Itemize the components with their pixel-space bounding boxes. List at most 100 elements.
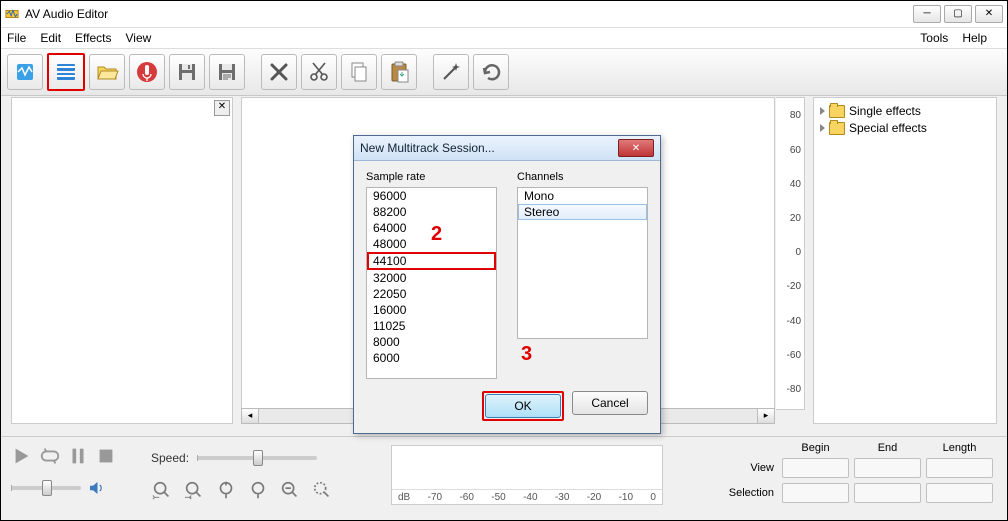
effects-panel: Single effects Special effects xyxy=(813,97,997,424)
menu-tools[interactable]: Tools xyxy=(920,31,948,45)
ruler-tick: 60 xyxy=(790,145,801,156)
channel-option[interactable]: Mono xyxy=(518,188,647,204)
cancel-button[interactable]: Cancel xyxy=(572,391,648,415)
expand-icon[interactable] xyxy=(820,124,825,132)
dialog-close-button[interactable]: ✕ xyxy=(618,139,654,157)
minimize-button[interactable]: ─ xyxy=(913,5,941,23)
col-length: Length xyxy=(925,442,994,454)
play-button[interactable] xyxy=(11,445,33,467)
view-length-field[interactable] xyxy=(926,458,993,478)
tree-label: Single effects xyxy=(849,104,921,118)
menu-bar: File Edit Effects View Tools Help xyxy=(1,28,1007,49)
rate-option[interactable]: 8000 xyxy=(367,334,496,350)
expand-icon[interactable] xyxy=(820,107,825,115)
title-bar: AV Audio Editor ─ ▢ ✕ xyxy=(1,1,1007,28)
app-title: AV Audio Editor xyxy=(25,7,108,21)
meter-tick: -70 xyxy=(428,492,442,503)
meter-tick: -40 xyxy=(523,492,537,503)
zoom-in-h-icon[interactable] xyxy=(151,479,173,501)
transport-controls xyxy=(11,445,117,467)
loop-button[interactable] xyxy=(39,445,61,467)
menu-file[interactable]: File xyxy=(7,31,26,45)
effects-wand-button[interactable] xyxy=(433,54,469,90)
channel-option-selected[interactable]: Stereo xyxy=(518,204,647,220)
view-begin-field[interactable] xyxy=(782,458,849,478)
sel-length-field[interactable] xyxy=(926,483,993,503)
scroll-right-icon[interactable]: ▸ xyxy=(757,409,774,423)
scroll-left-icon[interactable]: ◂ xyxy=(242,409,259,423)
rate-option[interactable]: 88200 xyxy=(367,204,496,220)
tree-item-special-effects[interactable]: Special effects xyxy=(820,121,990,135)
balance-slider[interactable] xyxy=(11,486,81,490)
undo-button[interactable] xyxy=(473,54,509,90)
new-file-button[interactable] xyxy=(7,54,43,90)
zoom-out-v-icon[interactable] xyxy=(247,479,269,501)
sel-begin-field[interactable] xyxy=(782,483,849,503)
ruler-tick: 40 xyxy=(790,179,801,190)
bottom-bar: Speed: dB -70 -60 -50 -40 -30 -20 -1 xyxy=(1,436,1007,520)
rate-option-selected[interactable]: 44100 xyxy=(367,252,496,270)
menu-edit[interactable]: Edit xyxy=(40,31,61,45)
speed-slider[interactable] xyxy=(197,456,317,460)
menu-help[interactable]: Help xyxy=(962,31,987,45)
balance-row xyxy=(11,479,105,497)
dialog-titlebar[interactable]: New Multitrack Session... ✕ xyxy=(354,136,660,161)
rate-option[interactable]: 48000 xyxy=(367,236,496,252)
maximize-button[interactable]: ▢ xyxy=(944,5,972,23)
copy-button[interactable] xyxy=(341,54,377,90)
rate-option[interactable]: 6000 xyxy=(367,350,496,366)
speed-label: Speed: xyxy=(151,451,189,465)
toolbar xyxy=(1,49,1007,96)
ruler-tick: -60 xyxy=(787,350,801,361)
rate-option[interactable]: 11025 xyxy=(367,318,496,334)
pause-button[interactable] xyxy=(67,445,89,467)
rate-option[interactable]: 16000 xyxy=(367,302,496,318)
ruler-tick: 20 xyxy=(790,213,801,224)
paste-button[interactable] xyxy=(381,54,417,90)
sel-end-field[interactable] xyxy=(854,483,921,503)
tree-item-single-effects[interactable]: Single effects xyxy=(820,104,990,118)
folder-icon xyxy=(829,122,845,135)
folder-icon xyxy=(829,105,845,118)
sample-rate-label: Sample rate xyxy=(366,171,497,183)
meter-tick: -60 xyxy=(459,492,473,503)
ruler-tick: 0 xyxy=(795,247,801,258)
delete-button[interactable] xyxy=(261,54,297,90)
save-as-button[interactable] xyxy=(209,54,245,90)
ok-highlight: OK xyxy=(482,391,564,421)
rate-option[interactable]: 96000 xyxy=(367,188,496,204)
selection-grid: BeginEndLength View Selection xyxy=(725,439,997,507)
channels-list[interactable]: Mono Stereo xyxy=(517,187,648,339)
zoom-out-h-icon[interactable] xyxy=(183,479,205,501)
zoom-in-v-icon[interactable] xyxy=(215,479,237,501)
save-button[interactable] xyxy=(169,54,205,90)
col-end: End xyxy=(853,442,922,454)
menu-effects[interactable]: Effects xyxy=(75,31,111,45)
row-view: View xyxy=(728,457,778,479)
ruler-tick: -20 xyxy=(787,281,801,292)
rate-option[interactable]: 22050 xyxy=(367,286,496,302)
ruler-tick: -40 xyxy=(787,316,801,327)
app-window: AV Audio Editor ─ ▢ ✕ File Edit Effects … xyxy=(0,0,1008,521)
zoom-fit-icon[interactable] xyxy=(279,479,301,501)
close-button[interactable]: ✕ xyxy=(975,5,1003,23)
zoom-sel-icon[interactable] xyxy=(311,479,333,501)
open-button[interactable] xyxy=(89,54,125,90)
left-panel-close-icon[interactable]: ✕ xyxy=(214,100,230,116)
ok-button[interactable]: OK xyxy=(485,394,561,418)
menu-view[interactable]: View xyxy=(126,31,152,45)
view-end-field[interactable] xyxy=(854,458,921,478)
rate-option[interactable]: 32000 xyxy=(367,270,496,286)
record-button[interactable] xyxy=(129,54,165,90)
rate-option[interactable]: 64000 xyxy=(367,220,496,236)
new-multitrack-button[interactable] xyxy=(47,53,85,91)
left-panel: ✕ xyxy=(11,97,233,424)
amplitude-ruler: 80 60 40 20 0 -20 -40 -60 -80 xyxy=(776,97,805,410)
sample-rate-list[interactable]: 96000 88200 64000 48000 44100 32000 2205… xyxy=(366,187,497,379)
new-multitrack-dialog: New Multitrack Session... ✕ Sample rate … xyxy=(353,135,661,434)
speaker-icon[interactable] xyxy=(87,479,105,497)
app-logo-icon xyxy=(5,7,19,21)
stop-button[interactable] xyxy=(95,445,117,467)
cut-button[interactable] xyxy=(301,54,337,90)
speed-control: Speed: xyxy=(151,451,317,465)
